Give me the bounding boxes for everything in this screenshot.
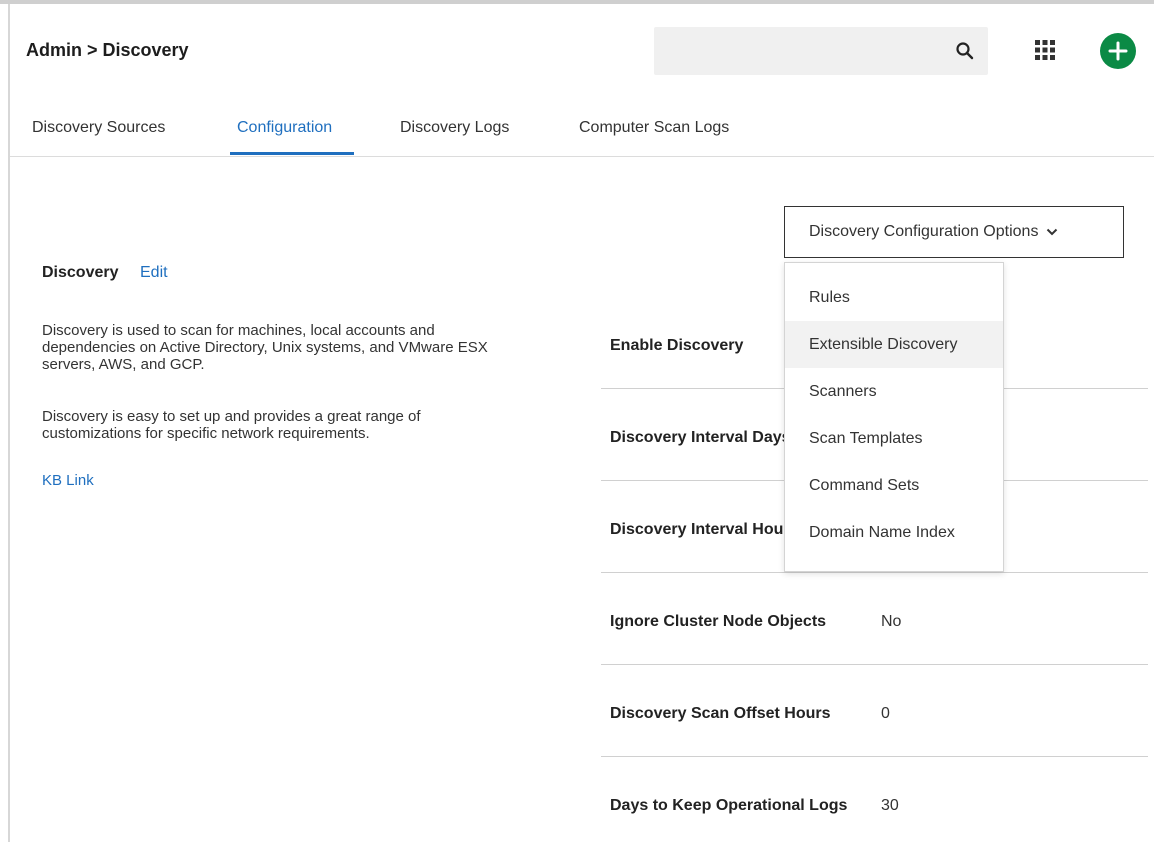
setting-value: 0 — [881, 705, 890, 722]
setting-label: Days to Keep Operational Logs — [610, 797, 848, 814]
setting-label: Ignore Cluster Node Objects — [610, 613, 827, 630]
tab-discovery-logs[interactable]: Discovery Logs — [400, 119, 509, 137]
menu-item-scanners[interactable]: Scanners — [785, 368, 1003, 415]
configuration-options-menu: Rules Extensible Discovery Scanners Scan… — [784, 262, 1004, 572]
description-paragraph: Discovery is used to scan for machines, … — [42, 322, 488, 373]
active-tab-indicator — [230, 152, 354, 155]
breadcrumb: Admin > Discovery — [26, 40, 189, 60]
apps-grid-icon[interactable] — [1034, 39, 1056, 61]
search-box[interactable] — [654, 27, 988, 75]
chevron-down-icon — [1047, 228, 1058, 236]
setting-label: Enable Discovery — [610, 337, 744, 354]
setting-label: Discovery Scan Offset Hours — [610, 705, 831, 722]
setting-row-scan-offset: Discovery Scan Offset Hours 0 — [601, 664, 1148, 757]
menu-item-rules[interactable]: Rules — [785, 274, 1003, 321]
edit-link[interactable]: Edit — [140, 264, 168, 282]
window-top-border — [0, 0, 1154, 4]
tab-configuration[interactable]: Configuration — [237, 119, 332, 137]
plus-icon — [1108, 41, 1128, 61]
tab-discovery-sources[interactable]: Discovery Sources — [32, 119, 165, 137]
kb-link[interactable]: KB Link — [42, 472, 94, 489]
menu-item-scan-templates[interactable]: Scan Templates — [785, 415, 1003, 462]
section-title: Discovery — [42, 264, 119, 281]
search-icon[interactable] — [954, 40, 976, 62]
setting-value: 30 — [881, 797, 899, 814]
configuration-options-label: Discovery Configuration Options — [809, 223, 1039, 240]
setting-row-keep-logs: Days to Keep Operational Logs 30 — [601, 756, 1148, 848]
add-icon[interactable] — [1100, 33, 1136, 69]
description-paragraph: Discovery is easy to set up and provides… — [42, 408, 421, 442]
setting-label: Discovery Interval Days — [610, 429, 791, 446]
menu-item-command-sets[interactable]: Command Sets — [785, 462, 1003, 509]
configuration-options-button[interactable]: Discovery Configuration Options — [784, 206, 1124, 258]
menu-item-domain-name-index[interactable]: Domain Name Index — [785, 509, 1003, 556]
menu-item-extensible-discovery[interactable]: Extensible Discovery — [785, 321, 1003, 368]
tab-computer-scan-logs[interactable]: Computer Scan Logs — [579, 119, 729, 137]
tab-bar: Discovery Sources Configuration Discover… — [10, 100, 1154, 157]
setting-value: No — [881, 613, 902, 630]
search-input[interactable] — [654, 27, 958, 73]
setting-row-ignore-cluster: Ignore Cluster Node Objects No — [601, 572, 1148, 665]
setting-label: Discovery Interval Hours — [610, 521, 799, 538]
